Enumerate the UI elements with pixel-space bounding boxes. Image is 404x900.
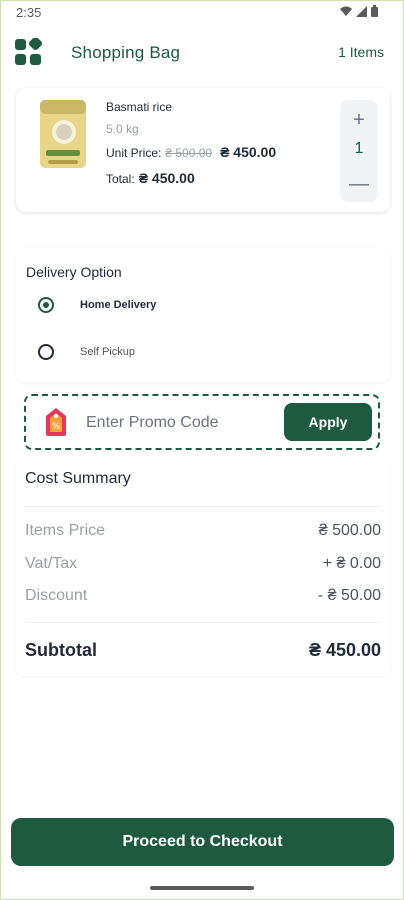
item-count: 1 Items [338,44,384,60]
apply-promo-button[interactable]: Apply [284,403,372,441]
unit-price-line: Unit Price: ₴ 500.00 ₴ 450.00 [106,144,276,160]
divider [25,506,381,507]
delivery-option-label: Self Pickup [80,346,136,358]
unit-price-discounted: ₴ 450.00 [220,144,277,160]
proceed-to-checkout-button[interactable]: Proceed to Checkout [11,818,394,866]
cost-summary-section: Cost Summary Items Price ₴ 500.00 Vat/Ta… [16,458,390,676]
cost-value: + ₴ 0.00 [322,555,381,572]
delivery-option-label: Home Delivery [80,299,157,311]
product-name: Basmati rice [106,100,173,114]
cost-summary-title: Cost Summary [25,470,131,487]
cost-value: - ₴ 50.00 [317,587,381,604]
cost-row-discount: Discount - ₴ 50.00 [25,587,381,605]
cost-value: ₴ 500.00 [318,522,381,539]
unit-price-original: ₴ 500.00 [165,146,213,160]
subtotal-value: ₴ 450.00 [308,640,381,660]
status-icons [340,5,378,17]
radio-unchecked-icon[interactable] [38,344,54,360]
battery-icon [371,5,378,17]
signal-icon [356,5,367,17]
increase-quantity-button[interactable]: + [340,106,378,134]
promo-code-box: % Apply [24,394,380,450]
quantity-stepper: + 1 — [340,100,378,202]
cost-row-vat-tax: Vat/Tax + ₴ 0.00 [25,555,381,573]
quantity-value: 1 [354,140,364,157]
cart-item-card: Basmati rice 5.0 kg Unit Price: ₴ 500.00… [16,88,390,212]
delivery-option-home[interactable]: Home Delivery [38,294,156,316]
home-indicator[interactable] [150,886,254,890]
promo-code-input[interactable] [84,410,278,436]
unit-price-label: Unit Price: [106,146,162,160]
cost-label: Discount [25,587,88,604]
cost-label: Items Price [25,522,106,539]
item-total-value: ₴ 450.00 [138,170,195,186]
status-bar: 2:35 [0,0,404,26]
wifi-icon [340,6,352,17]
product-weight: 5.0 kg [106,122,139,136]
item-total-line: Total: ₴ 450.00 [106,170,195,186]
page-title: Shopping Bag [71,43,181,62]
decrease-quantity-button[interactable]: — [340,170,378,198]
svg-text:%: % [52,422,61,432]
subtotal-label: Subtotal [25,640,97,660]
cost-label: Vat/Tax [25,555,78,572]
divider [25,622,381,623]
grid-menu-icon[interactable] [14,36,43,66]
cost-row-items-price: Items Price ₴ 500.00 [25,522,381,540]
radio-checked-icon[interactable] [38,297,54,313]
discount-tag-icon: % [40,406,72,438]
delivery-option-section: Delivery Option Home Delivery Self Picku… [16,248,390,382]
delivery-option-pickup[interactable]: Self Pickup [38,341,135,363]
rice-bag-image [34,98,92,170]
subtotal-row: Subtotal ₴ 450.00 [25,640,381,661]
status-time: 2:35 [16,5,42,20]
app-header: Shopping Bag 1 Items [0,26,404,80]
delivery-option-title: Delivery Option [26,264,122,280]
item-total-label: Total: [106,172,135,186]
